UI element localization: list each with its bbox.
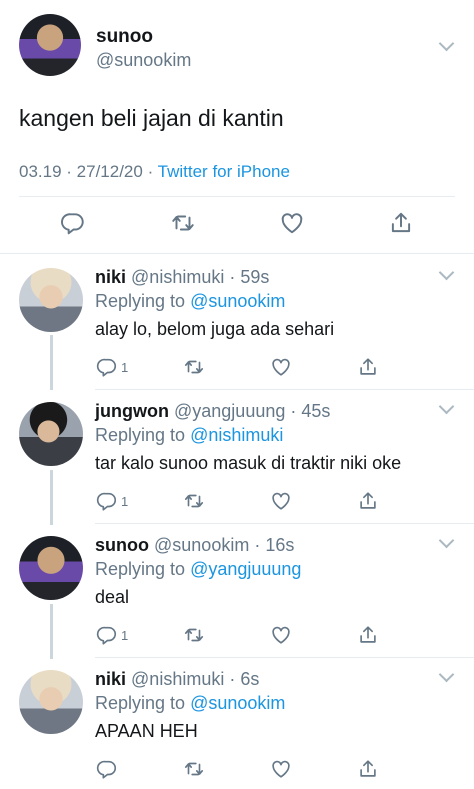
reply-tweet[interactable]: niki @nishimuki · 6s Replying to @sunook… <box>0 658 474 789</box>
chevron-down-icon[interactable] <box>438 532 455 549</box>
display-name[interactable]: niki <box>95 267 126 287</box>
avatar[interactable] <box>19 536 83 600</box>
divider <box>0 253 474 254</box>
replying-to: Replying to @sunookim <box>95 291 286 311</box>
reply-icon[interactable] <box>96 356 118 378</box>
tweet-source[interactable]: Twitter for iPhone <box>158 162 290 181</box>
replying-to: Replying to @sunookim <box>95 693 286 713</box>
chevron-down-icon[interactable] <box>438 264 455 281</box>
reply-count: 1 <box>121 494 129 509</box>
retweet-icon[interactable] <box>183 356 205 378</box>
replying-to: Replying to @yangjuuung <box>95 559 302 579</box>
retweet-icon[interactable] <box>170 210 196 236</box>
user-handle[interactable]: @sunookim <box>96 50 191 71</box>
tweet-text: deal <box>95 587 130 607</box>
replying-to: Replying to @nishimuki <box>95 425 284 445</box>
tweet-age: 16s <box>265 535 295 555</box>
reply-icon[interactable] <box>96 490 118 512</box>
display-name[interactable]: niki <box>95 669 126 689</box>
share-icon[interactable] <box>357 490 379 512</box>
share-icon[interactable] <box>357 624 379 646</box>
user-handle[interactable]: @sunookim <box>154 535 249 555</box>
chevron-down-icon[interactable] <box>438 35 455 52</box>
tweet-time: 03.19 <box>19 162 62 181</box>
reply-icon[interactable] <box>96 624 118 646</box>
retweet-icon[interactable] <box>183 758 205 780</box>
display-name[interactable]: sunoo <box>95 535 149 555</box>
retweet-icon[interactable] <box>183 624 205 646</box>
like-icon[interactable] <box>279 210 305 236</box>
avatar[interactable] <box>19 670 83 734</box>
divider <box>19 196 455 197</box>
share-icon[interactable] <box>357 356 379 378</box>
reply-icon[interactable] <box>96 758 118 780</box>
tweet-text: kangen beli jajan di kantin <box>19 105 284 131</box>
tweet-meta: 03.19 · 27/12/20 · Twitter for iPhone <box>19 162 290 181</box>
share-icon[interactable] <box>388 210 414 236</box>
user-handle[interactable]: @nishimuki <box>131 669 224 689</box>
display-name[interactable]: sunoo <box>96 26 153 48</box>
user-handle[interactable]: @yangjuuung <box>174 401 285 421</box>
reply-tweet[interactable]: niki @nishimuki · 59s Replying to @sunoo… <box>0 256 474 391</box>
avatar[interactable] <box>19 268 83 332</box>
reply-icon[interactable] <box>60 210 86 236</box>
chevron-down-icon[interactable] <box>438 398 455 415</box>
display-name[interactable]: jungwon <box>95 401 169 421</box>
like-icon[interactable] <box>270 356 292 378</box>
avatar[interactable] <box>19 402 83 466</box>
mention-link[interactable]: @sunookim <box>190 291 285 311</box>
like-icon[interactable] <box>270 624 292 646</box>
reply-tweet[interactable]: jungwon @yangjuuung · 45s Replying to @n… <box>0 390 474 525</box>
retweet-icon[interactable] <box>183 490 205 512</box>
mention-link[interactable]: @yangjuuung <box>190 559 301 579</box>
tweet-age: 45s <box>301 401 331 421</box>
reply-count: 1 <box>121 628 129 643</box>
user-handle[interactable]: @nishimuki <box>131 267 224 287</box>
avatar[interactable] <box>19 14 81 76</box>
mention-link[interactable]: @sunookim <box>190 693 285 713</box>
share-icon[interactable] <box>357 758 379 780</box>
like-icon[interactable] <box>270 758 292 780</box>
tweet-date: 27/12/20 <box>76 162 143 181</box>
main-tweet: sunoo @sunookim kangen beli jajan di kan… <box>0 0 474 254</box>
like-icon[interactable] <box>270 490 292 512</box>
reply-tweet[interactable]: sunoo @sunookim · 16s Replying to @yangj… <box>0 524 474 659</box>
tweet-text: alay lo, belom juga ada sehari <box>95 319 335 339</box>
tweet-age: 59s <box>240 267 270 287</box>
mention-link[interactable]: @nishimuki <box>190 425 283 445</box>
tweet-age: 6s <box>240 669 260 689</box>
tweet-text: APAAN HEH <box>95 721 198 741</box>
reply-count: 1 <box>121 360 129 375</box>
tweet-text: tar kalo sunoo masuk di traktir niki oke <box>95 453 402 473</box>
chevron-down-icon[interactable] <box>438 666 455 683</box>
